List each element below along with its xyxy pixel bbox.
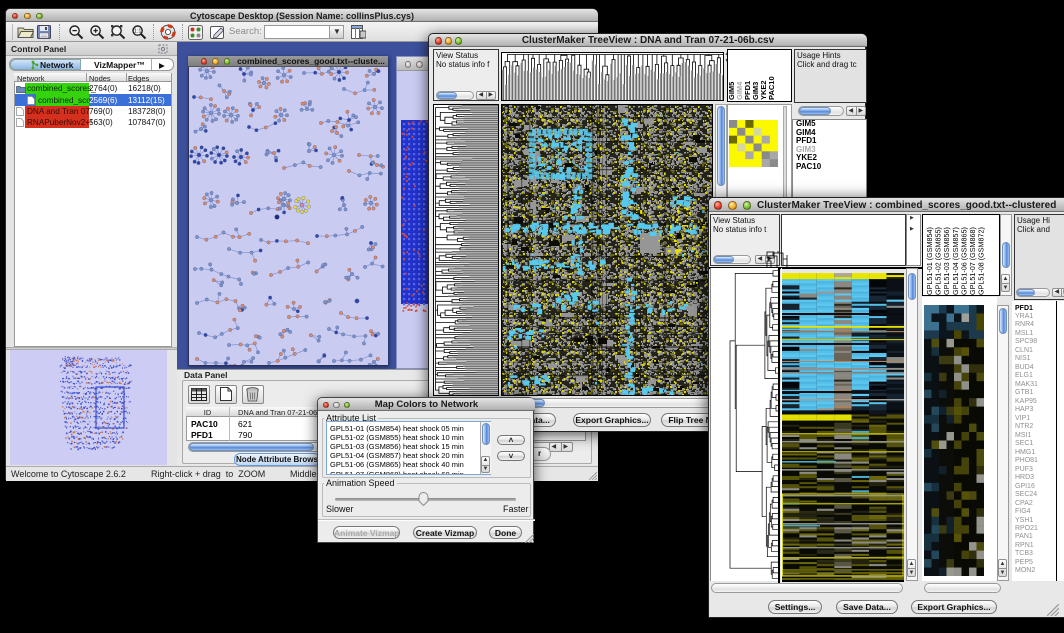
svg-text:GPL51-08 (GSM872): GPL51-08 (GSM872) [977,227,986,295]
svg-text:PAC10: PAC10 [767,76,776,100]
svg-text:1:1: 1:1 [134,29,142,35]
